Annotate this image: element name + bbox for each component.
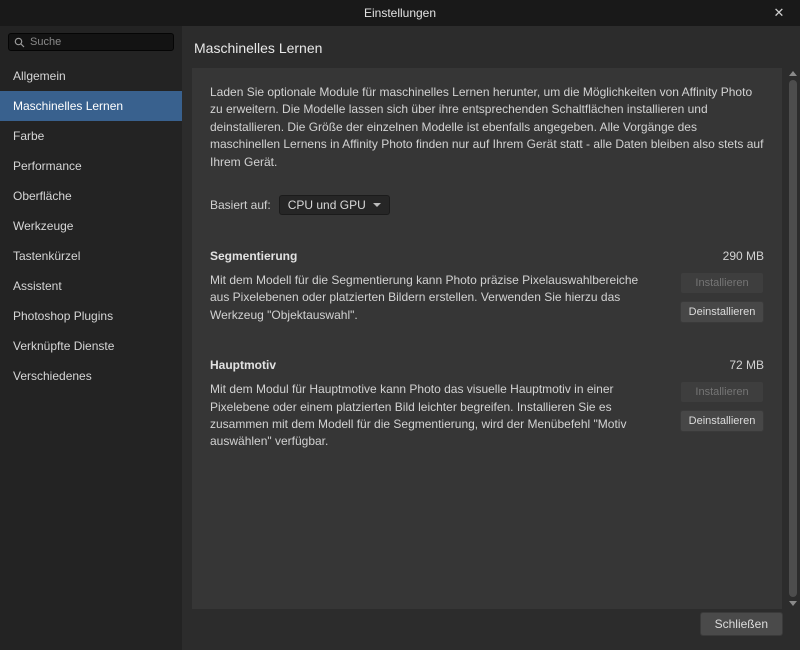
- settings-sidebar: Allgemein Maschinelles Lernen Farbe Perf…: [0, 26, 182, 650]
- sidebar-item-assistent[interactable]: Assistent: [0, 271, 182, 301]
- dialog-footer: Schließen: [182, 606, 800, 650]
- window-title: Einstellungen: [363, 6, 437, 20]
- close-icon: ✕: [773, 5, 785, 20]
- sidebar-item-tastenkuerzel[interactable]: Tastenkürzel: [0, 241, 182, 271]
- based-on-label: Basiert auf:: [210, 197, 271, 212]
- uninstall-button-hauptmotiv[interactable]: Deinstallieren: [680, 410, 764, 433]
- search-input[interactable]: [30, 36, 168, 48]
- sidebar-item-allgemein[interactable]: Allgemein: [0, 61, 182, 91]
- sidebar-item-oberflaeche[interactable]: Oberfläche: [0, 181, 182, 211]
- based-on-dropdown[interactable]: CPU und GPU: [278, 194, 390, 215]
- section-title: Segmentierung: [210, 248, 298, 263]
- sidebar-item-farbe[interactable]: Farbe: [0, 121, 182, 151]
- section-segmentierung: Segmentierung 290 MB Mit dem Modell für …: [210, 249, 764, 324]
- sidebar-item-maschinelles-lernen[interactable]: Maschinelles Lernen: [0, 91, 182, 121]
- intro-text: Laden Sie optionale Module für maschinel…: [210, 85, 764, 169]
- sidebar-item-verknuepfte-dienste[interactable]: Verknüpfte Dienste: [0, 331, 182, 361]
- sidebar-item-verschiedenes[interactable]: Verschiedenes: [0, 361, 182, 391]
- settings-window: Einstellungen ✕ Allgemein Maschinelles L…: [0, 0, 800, 650]
- scroll-up-icon[interactable]: [789, 71, 797, 76]
- sidebar-item-werkzeuge[interactable]: Werkzeuge: [0, 211, 182, 241]
- scrollbar-thumb[interactable]: [789, 80, 797, 597]
- section-description: Mit dem Modell für die Segmentierung kan…: [210, 272, 639, 322]
- section-size: 72 MB: [729, 358, 764, 373]
- panel-scrollbar[interactable]: [786, 68, 800, 609]
- section-title: Hauptmotiv: [210, 358, 276, 373]
- page-title: Maschinelles Lernen: [194, 40, 323, 56]
- title-bar: Einstellungen ✕: [0, 0, 800, 26]
- search-box[interactable]: [8, 33, 174, 51]
- close-button[interactable]: ✕: [766, 0, 792, 26]
- sidebar-item-performance[interactable]: Performance: [0, 151, 182, 181]
- install-button-segmentierung: Installieren: [680, 271, 764, 294]
- section-description: Mit dem Modul für Hauptmotive kann Photo…: [210, 382, 627, 449]
- search-icon: [14, 37, 25, 47]
- sidebar-item-photoshop-plugins[interactable]: Photoshop Plugins: [0, 301, 182, 331]
- install-button-hauptmotiv: Installieren: [680, 381, 764, 404]
- scrollbar-track[interactable]: [789, 80, 797, 597]
- machine-learning-panel: Laden Sie optionale Module für maschinel…: [192, 68, 782, 609]
- section-size: 290 MB: [722, 248, 764, 263]
- uninstall-button-segmentierung[interactable]: Deinstallieren: [680, 300, 764, 323]
- section-hauptmotiv: Hauptmotiv 72 MB Mit dem Modul für Haupt…: [210, 358, 764, 451]
- settings-main: Maschinelles Lernen Laden Sie optionale …: [182, 26, 800, 650]
- close-dialog-button[interactable]: Schließen: [699, 612, 783, 636]
- chevron-down-icon: [372, 202, 381, 207]
- based-on-value: CPU und GPU: [287, 197, 366, 212]
